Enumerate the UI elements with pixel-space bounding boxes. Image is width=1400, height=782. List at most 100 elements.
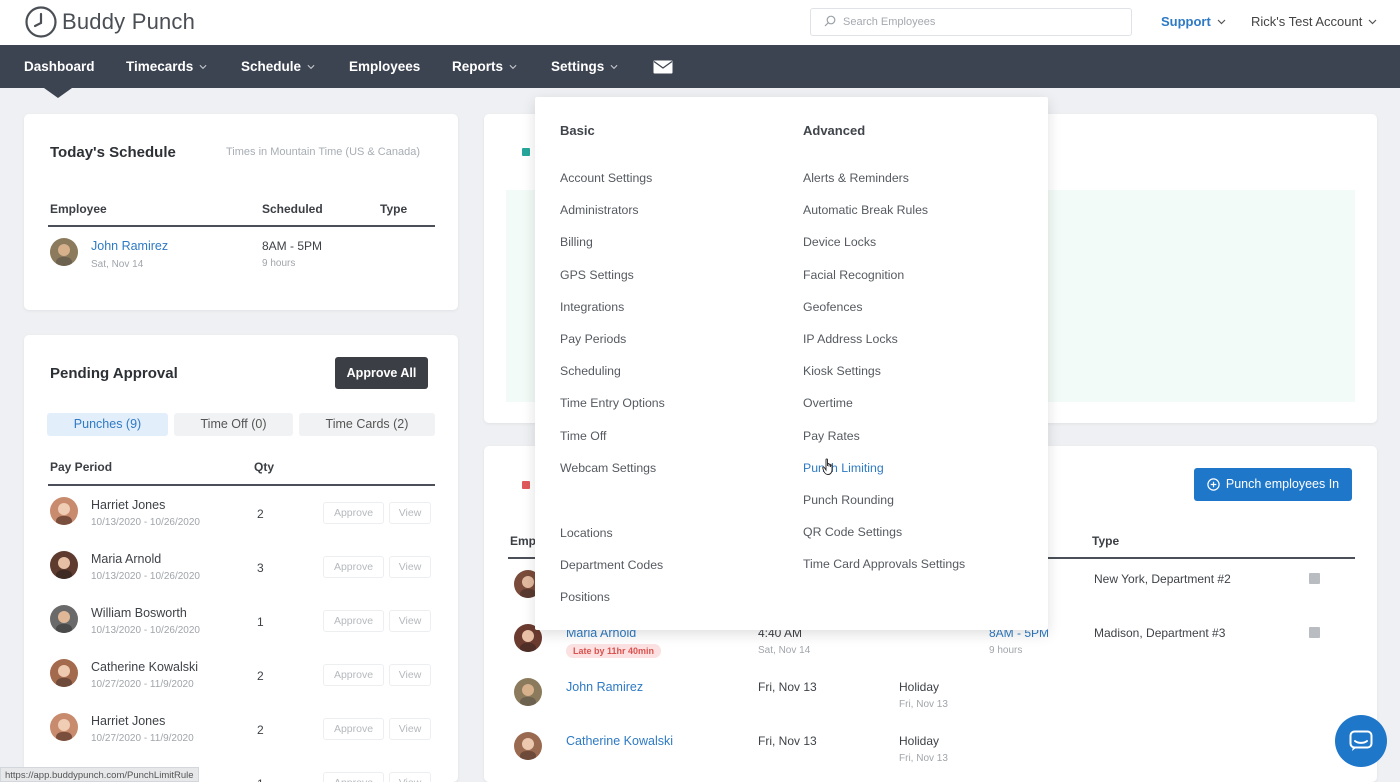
- divider: [48, 225, 435, 227]
- person-avatar-icon: [50, 713, 78, 741]
- tab-time-cards[interactable]: Time Cards (2): [299, 413, 435, 436]
- person-avatar-icon: [50, 551, 78, 579]
- support-menu[interactable]: Support: [1161, 14, 1226, 29]
- pay-period-range: 10/27/2020 - 11/9/2020: [91, 679, 194, 690]
- nav-employees[interactable]: Employees: [349, 45, 420, 88]
- approve-button[interactable]: Approve: [323, 718, 384, 740]
- settings-item-alerts-reminders[interactable]: Alerts & Reminders: [803, 171, 909, 185]
- employee-name: Maria Arnold: [91, 552, 162, 566]
- scheduled-hours: 9 hours: [989, 645, 1023, 656]
- settings-item-facial-recognition[interactable]: Facial Recognition: [803, 268, 904, 282]
- settings-item-device-locks[interactable]: Device Locks: [803, 235, 876, 249]
- type-value: Madison, Department #3: [1094, 626, 1226, 640]
- pay-period-range: 10/27/2020 - 11/9/2020: [91, 733, 194, 744]
- settings-item-scheduling[interactable]: Scheduling: [560, 364, 621, 378]
- approve-button[interactable]: Approve: [323, 610, 384, 632]
- settings-item-administrators[interactable]: Administrators: [560, 203, 639, 217]
- status-date: Fri, Nov 13: [899, 753, 948, 764]
- avatar: [50, 659, 78, 687]
- settings-item-ip-address-locks[interactable]: IP Address Locks: [803, 332, 898, 346]
- col-qty: Qty: [254, 460, 275, 474]
- settings-item-punch-limiting[interactable]: Punch Limiting: [803, 461, 884, 475]
- view-button[interactable]: View: [389, 664, 431, 686]
- view-button[interactable]: View: [389, 610, 431, 632]
- qty-value: 2: [257, 669, 264, 683]
- legend-marker: [522, 481, 530, 489]
- avatar: [514, 732, 542, 760]
- nav-reports[interactable]: Reports: [452, 45, 517, 88]
- avatar: [514, 678, 542, 706]
- main-nav: Dashboard Timecards Schedule Employees R…: [0, 45, 1400, 88]
- employee-name-link[interactable]: Catherine Kowalski: [566, 734, 673, 748]
- browser-status-url: https://app.buddypunch.com/PunchLimitRul…: [0, 767, 199, 782]
- approve-button[interactable]: Approve: [323, 772, 384, 782]
- logo[interactable]: Buddy Punch: [24, 5, 195, 39]
- settings-item-punch-rounding[interactable]: Punch Rounding: [803, 493, 894, 507]
- schedule-date: Sat, Nov 14: [91, 259, 144, 270]
- nav-messages[interactable]: [653, 45, 673, 88]
- chevron-down-icon: [610, 64, 618, 69]
- settings-item-qr-code-settings[interactable]: QR Code Settings: [803, 525, 902, 539]
- approve-all-button[interactable]: Approve All: [335, 357, 428, 389]
- settings-item-locations[interactable]: Locations: [560, 526, 613, 540]
- search-icon: [824, 15, 836, 27]
- pay-period-range: 10/13/2020 - 10/26/2020: [91, 625, 200, 636]
- note-icon[interactable]: [1309, 573, 1320, 584]
- settings-item-time-entry-options[interactable]: Time Entry Options: [560, 396, 665, 410]
- settings-item-pay-rates[interactable]: Pay Rates: [803, 429, 860, 443]
- employee-search[interactable]: [810, 8, 1132, 36]
- chevron-down-icon: [199, 64, 207, 69]
- status-date: Fri, Nov 13: [899, 699, 948, 710]
- person-avatar-icon: [50, 497, 78, 525]
- settings-item-webcam-settings[interactable]: Webcam Settings: [560, 461, 656, 475]
- view-button[interactable]: View: [389, 718, 431, 740]
- settings-item-overtime[interactable]: Overtime: [803, 396, 853, 410]
- settings-item-billing[interactable]: Billing: [560, 235, 593, 249]
- nav-schedule[interactable]: Schedule: [241, 45, 315, 88]
- account-label: Rick's Test Account: [1251, 14, 1363, 29]
- settings-item-account-settings[interactable]: Account Settings: [560, 171, 652, 185]
- approve-button[interactable]: Approve: [323, 664, 384, 686]
- settings-item-geofences[interactable]: Geofences: [803, 300, 862, 314]
- nav-timecards[interactable]: Timecards: [126, 45, 207, 88]
- view-button[interactable]: View: [389, 772, 431, 782]
- status-value: Holiday: [899, 680, 940, 694]
- settings-item-time-off[interactable]: Time Off: [560, 429, 606, 443]
- account-menu[interactable]: Rick's Test Account: [1251, 14, 1377, 29]
- active-nav-pointer: [44, 88, 72, 98]
- view-button[interactable]: View: [389, 556, 431, 578]
- settings-item-department-codes[interactable]: Department Codes: [560, 558, 663, 572]
- col-type: Type: [380, 202, 408, 216]
- note-icon[interactable]: [1309, 627, 1320, 638]
- settings-item-kiosk-settings[interactable]: Kiosk Settings: [803, 364, 881, 378]
- chevron-down-icon: [509, 64, 517, 69]
- punch-time: Fri, Nov 13: [758, 734, 817, 748]
- chevron-down-icon: [1217, 19, 1226, 24]
- approve-button[interactable]: Approve: [323, 502, 384, 524]
- employee-name-link[interactable]: John Ramirez: [91, 239, 168, 253]
- settings-item-positions[interactable]: Positions: [560, 590, 610, 604]
- search-input[interactable]: [843, 13, 1123, 31]
- late-badge: Late by 11hr 40min: [566, 644, 662, 658]
- tab-time-off[interactable]: Time Off (0): [174, 413, 293, 436]
- qty-value: 2: [257, 723, 264, 737]
- plus-circle-icon: [1207, 478, 1220, 491]
- person-avatar-icon: [514, 678, 542, 706]
- todays-schedule-card: Today's Schedule Times in Mountain Time …: [24, 114, 458, 310]
- settings-item-pay-periods[interactable]: Pay Periods: [560, 332, 626, 346]
- approve-button[interactable]: Approve: [323, 556, 384, 578]
- punch-employees-in-button[interactable]: Punch employees In: [1194, 468, 1352, 501]
- settings-item-automatic-break-rules[interactable]: Automatic Break Rules: [803, 203, 928, 217]
- settings-item-time-card-approvals-settings[interactable]: Time Card Approvals Settings: [803, 557, 965, 571]
- tab-punches[interactable]: Punches (9): [47, 413, 168, 436]
- employee-name: Harriet Jones: [91, 498, 166, 512]
- employee-name: Harriet Jones: [91, 714, 166, 728]
- nav-settings[interactable]: Settings: [551, 45, 618, 88]
- view-button[interactable]: View: [389, 502, 431, 524]
- employee-name-link[interactable]: John Ramirez: [566, 680, 643, 694]
- nav-dashboard[interactable]: Dashboard: [24, 45, 95, 88]
- chat-launcher-button[interactable]: [1335, 715, 1387, 767]
- settings-item-integrations[interactable]: Integrations: [560, 300, 624, 314]
- legend-marker: [522, 148, 530, 156]
- settings-item-gps-settings[interactable]: GPS Settings: [560, 268, 634, 282]
